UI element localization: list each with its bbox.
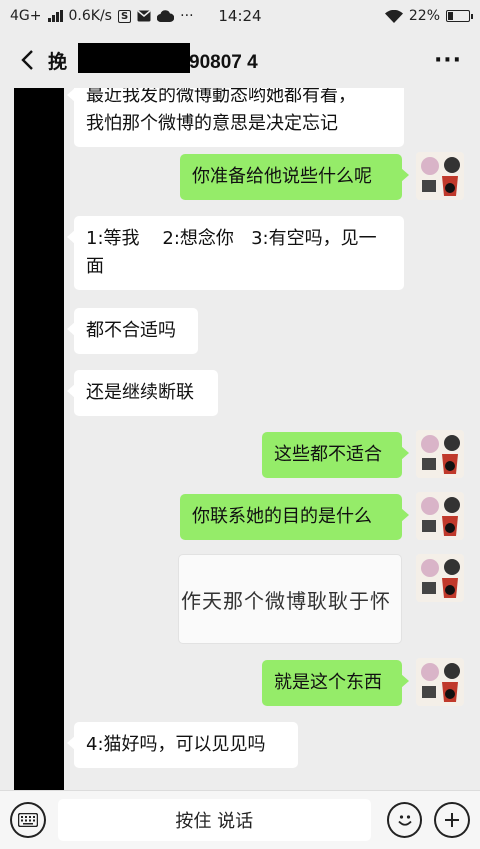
message-text: 就是这个东西 [274,672,382,693]
message-text: 最近我发的微博動态哟她都有看， [86,88,356,106]
name-redaction [78,42,190,73]
avatar[interactable] [416,152,464,200]
message-text: 你准备给他说些什么呢 [192,166,372,187]
keyboard-icon [17,813,38,827]
more-functions-button[interactable] [434,802,470,838]
status-bar: 4G+ 0.6K/s S ··· 14:24 22% [0,0,480,32]
avatar-redaction [14,88,64,790]
message-bubble[interactable]: 都不合适吗 [67,308,198,354]
s-badge-icon: S [117,9,132,23]
message-text: 还是继续断联 [86,382,194,403]
cloud-icon [157,10,175,22]
message-text: 4:猫好吗，可以见见吗 [86,734,266,755]
message-bubble[interactable]: 你准备给他说些什么呢 [180,154,409,200]
message-bubble[interactable]: 4:猫好吗，可以见见吗 [67,722,298,768]
plus-icon [445,813,460,827]
more-notifications-icon: ··· [180,8,194,24]
message-bubble[interactable]: 你联系她的目的是什么 [180,494,409,540]
chat-area[interactable]: 最近我发的微博動态哟她都有看， 我怕那个微博的意思是决定忘记 你准备给他说些什么… [0,88,480,790]
avatar-image-icon [416,658,464,706]
message-text: 这些都不适合 [274,444,382,465]
battery-icon [446,10,473,22]
avatar[interactable] [416,658,464,706]
avatar[interactable] [416,554,464,602]
image-message[interactable]: 作天那个微博耿耿于怀 [178,554,402,644]
chat-title: 挽 90807 4 [48,42,258,74]
emoji-button[interactable] [386,802,423,838]
message-bubble[interactable]: 最近我发的微博動态哟她都有看， 我怕那个微博的意思是决定忘记 [67,88,404,147]
signal-icon [47,10,63,22]
network-speed: 0.6K/s [68,8,112,24]
message-text: 你联系她的目的是什么 [192,506,372,527]
chat-title-suffix: 90807 4 [189,51,258,73]
message-text: 都不合适吗 [86,320,176,341]
battery-percent: 22% [408,8,440,24]
message-notification-icon [137,10,151,22]
network-type: 4G+ [10,8,42,24]
image-message-text: 作天那个微博耿耿于怀 [181,588,391,613]
avatar[interactable] [416,430,464,478]
avatar-image-icon [416,430,464,478]
message-text: 1:等我 2:想念你 3:有空吗，见一 [86,228,377,249]
back-button[interactable] [12,45,42,75]
message-bubble[interactable]: 还是继续断联 [67,370,218,416]
chat-title-prefix: 挽 [48,51,68,73]
wifi-icon [384,9,403,23]
avatar-image-icon [416,492,464,540]
avatar-image-icon [416,152,464,200]
message-bubble[interactable]: 1:等我 2:想念你 3:有空吗，见一 面 [67,216,404,290]
message-text: 我怕那个微博的意思是决定忘记 [86,113,338,134]
message-text: 面 [86,256,104,277]
message-bubble[interactable]: 就是这个东西 [262,660,409,706]
avatar[interactable] [416,492,464,540]
message-bubble[interactable]: 这些都不适合 [262,432,409,478]
emoji-icon [398,815,412,826]
chevron-left-icon [21,50,33,70]
avatar-image-icon [416,554,464,602]
hold-to-talk-button[interactable]: 按住 说话 [57,799,371,841]
keyboard-toggle-button[interactable] [10,802,46,838]
more-options-button[interactable]: ··· [428,48,468,73]
chat-header: 挽 90807 4 ··· [0,32,480,88]
input-bar: 按住 说话 [0,790,480,849]
